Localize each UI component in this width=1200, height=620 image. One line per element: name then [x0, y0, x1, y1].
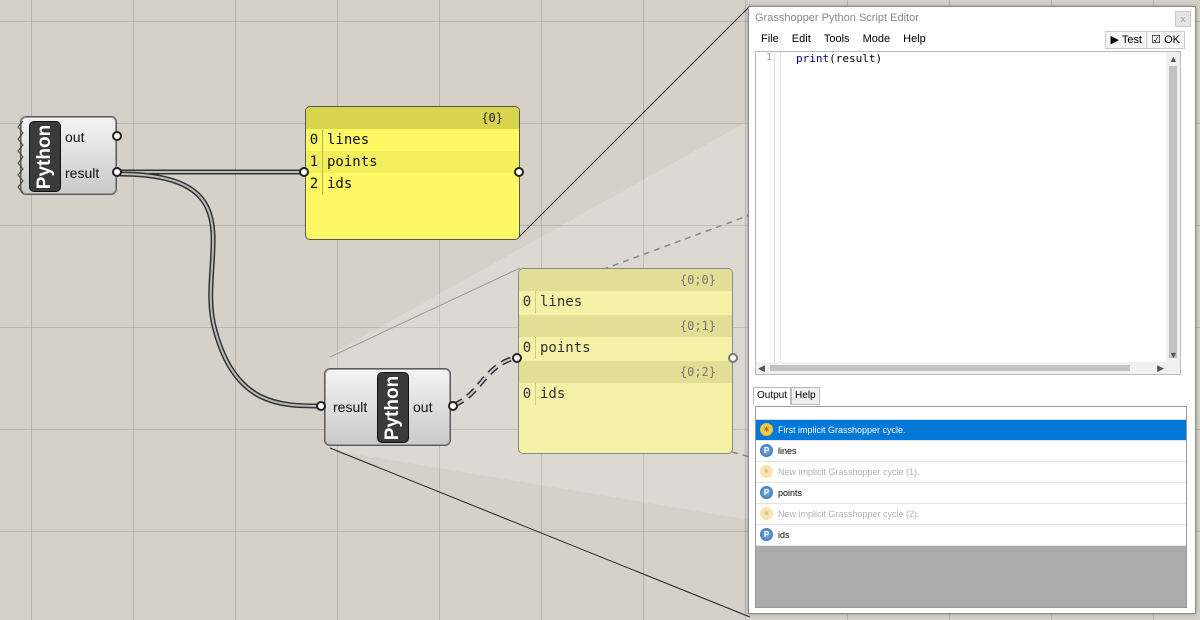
output-grip-out[interactable] — [448, 401, 458, 411]
check-icon: ☑ — [1151, 34, 1162, 46]
output-grip-result[interactable] — [112, 167, 122, 177]
item-value: points — [327, 154, 378, 170]
menu-tools[interactable]: Tools — [824, 33, 850, 45]
output-header — [756, 407, 1186, 420]
output-row[interactable]: Pids — [756, 525, 1186, 546]
panel-output-grip[interactable] — [514, 167, 524, 177]
item-index: 0 — [519, 383, 536, 405]
line-number: 1 — [756, 52, 775, 374]
scroll-up-icon[interactable]: ▲ — [1169, 54, 1178, 64]
item-index: 0 — [306, 129, 323, 151]
output-row[interactable]: Plines — [756, 441, 1186, 462]
play-icon: ▶ — [1110, 34, 1119, 46]
tab-output[interactable]: Output — [753, 387, 792, 405]
horizontal-scrollbar[interactable]: ◀ ▶ — [756, 362, 1166, 374]
python-icon: P — [760, 486, 773, 499]
item-value: ids — [327, 176, 353, 192]
branch-path: {0;1} — [519, 315, 732, 337]
menu-help[interactable]: Help — [903, 33, 926, 45]
item-value: lines — [327, 132, 370, 148]
scrollbar-thumb[interactable] — [1169, 66, 1177, 358]
output-param-result[interactable]: result — [65, 165, 99, 181]
wire-result-python2 — [117, 173, 321, 407]
item-value: lines — [540, 294, 583, 310]
test-button[interactable]: ▶ Test — [1105, 31, 1147, 49]
output-param-out[interactable]: out — [413, 399, 432, 415]
vertical-scrollbar[interactable]: ▲ ▼ — [1166, 52, 1180, 374]
panel-output-grip[interactable] — [728, 353, 738, 363]
menu-edit[interactable]: Edit — [792, 33, 811, 45]
branch-path: {0;0} — [519, 269, 732, 291]
item-index: 0 — [519, 291, 536, 313]
menu-bar: File Edit Tools Mode Help ▶ Test ☑ OK — [749, 29, 1195, 49]
panel-input-grip[interactable] — [299, 167, 309, 177]
list-item: 0 lines — [519, 291, 732, 313]
list-item: 2 ids — [306, 173, 519, 195]
code-keyword: print — [796, 52, 830, 65]
panel-main[interactable]: {0} 0 lines 1 points 2 ids — [305, 106, 520, 240]
panel-tree[interactable]: {0;0} 0 lines {0;1} 0 points {0;2} 0 ids — [518, 268, 733, 454]
output-row[interactable]: ☀ New implicit Grasshopper cycle (2). — [756, 504, 1186, 525]
output-grip-out[interactable] — [112, 131, 122, 141]
python-icon: P — [760, 528, 773, 541]
list-item: 1 points — [306, 151, 519, 173]
tab-help[interactable]: Help — [791, 387, 820, 405]
code-editor[interactable]: 1 print(result) ▲ ▼ ◀ ▶ — [755, 51, 1181, 375]
input-grip-result[interactable] — [316, 401, 326, 411]
list-item: 0 ids — [519, 383, 732, 405]
item-value: ids — [540, 386, 566, 402]
output-row[interactable]: Ppoints — [756, 483, 1186, 504]
output-row[interactable]: ☀ New implicit Grasshopper cycle (1). — [756, 462, 1186, 483]
item-index: 2 — [306, 173, 323, 195]
ok-button[interactable]: ☑ OK — [1146, 31, 1185, 49]
script-editor-window[interactable]: Grasshopper Python Script Editor x File … — [748, 6, 1196, 614]
close-button[interactable]: x — [1175, 11, 1191, 27]
list-item: 0 lines — [306, 129, 519, 151]
python-component-1[interactable]: Python out result — [17, 116, 117, 195]
branch-path: {0;2} — [519, 361, 732, 383]
fold-margin — [780, 52, 781, 374]
scroll-right-icon[interactable]: ▶ — [1157, 363, 1164, 374]
list-item: 0 points — [519, 337, 732, 359]
code-text: (result) — [829, 52, 883, 65]
sun-icon: ☀ — [760, 465, 773, 478]
input-param-result[interactable]: result — [333, 399, 367, 415]
item-value: points — [540, 340, 591, 356]
python-icon: P — [760, 444, 773, 457]
python-badge: Python — [377, 372, 409, 443]
python-badge: Python — [29, 121, 61, 192]
scroll-down-icon[interactable]: ▼ — [1169, 350, 1178, 360]
wire-result-python2 — [117, 171, 321, 409]
menu-mode[interactable]: Mode — [863, 33, 891, 45]
code-line[interactable]: print(result) — [796, 52, 882, 65]
menu-file[interactable]: File — [761, 33, 779, 45]
sun-icon: ☀ — [760, 507, 773, 520]
zigzag-input-edge — [17, 120, 24, 194]
sun-icon: ☀ — [760, 423, 773, 436]
window-title: Grasshopper Python Script Editor — [749, 7, 1195, 29]
python-component-2[interactable]: result Python out — [324, 368, 451, 446]
branch-path: {0} — [306, 107, 519, 129]
output-tabs: Output Help — [753, 387, 820, 405]
output-list[interactable]: ☀ First implicit Grasshopper cycle. Pline… — [755, 406, 1187, 608]
scrollbar-thumb[interactable] — [770, 365, 1130, 371]
panel-input-grip[interactable] — [512, 353, 522, 363]
scroll-left-icon[interactable]: ◀ — [758, 363, 765, 374]
output-param-out[interactable]: out — [65, 129, 84, 145]
output-row[interactable]: ☀ First implicit Grasshopper cycle. — [756, 420, 1186, 441]
